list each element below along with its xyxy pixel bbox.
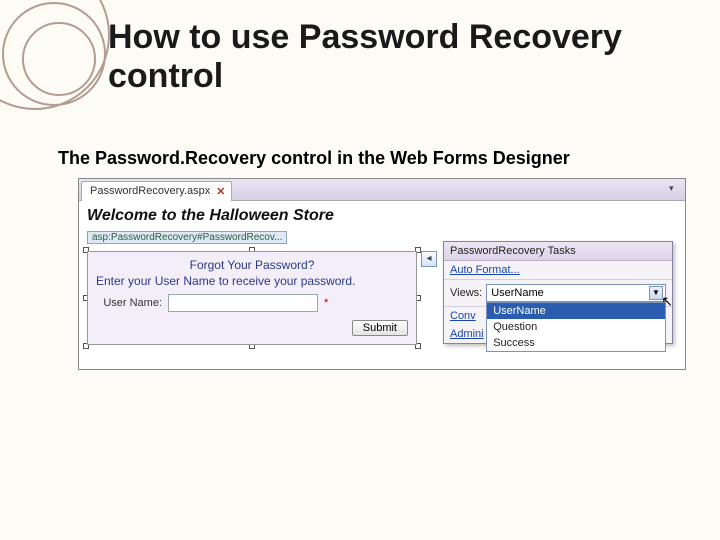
admin-link-text: Admini	[450, 328, 484, 340]
username-input[interactable]	[168, 294, 318, 312]
asp-control-tag[interactable]: asp:PasswordRecovery#PasswordRecov...	[87, 231, 287, 244]
page-heading: Welcome to the Halloween Store	[87, 207, 677, 225]
views-row: Views: UserName ▼ ↖ UserName Question Su…	[444, 280, 672, 307]
dropdown-option[interactable]: Question	[487, 319, 665, 335]
smart-tasks-panel: PasswordRecovery Tasks Auto Format... Vi…	[443, 241, 673, 344]
views-dropdown-list: UserName Question Success	[486, 302, 666, 352]
username-label: User Name:	[96, 297, 162, 309]
designer-window: PasswordRecovery.aspx ✕ ▾ Welcome to the…	[78, 178, 686, 370]
document-tabbar: PasswordRecovery.aspx ✕ ▾	[79, 179, 685, 201]
views-dropdown-value: UserName	[491, 287, 544, 299]
slide-title: How to use Password Recovery control	[108, 18, 720, 96]
smart-tag-toggle-icon[interactable]: ◂	[421, 251, 437, 267]
file-tab[interactable]: PasswordRecovery.aspx ✕	[81, 181, 232, 201]
required-asterisk: *	[324, 297, 328, 309]
convert-link-text: Conv	[450, 310, 476, 322]
design-surface[interactable]: Welcome to the Halloween Store asp:Passw…	[79, 201, 685, 369]
auto-format-link[interactable]: Auto Format...	[444, 261, 672, 280]
close-tab-icon[interactable]: ✕	[216, 185, 225, 198]
selected-control[interactable]: ◂ Forgot Your Password? Enter your User …	[87, 251, 417, 345]
views-dropdown[interactable]: UserName ▼ ↖ UserName Question Success	[486, 284, 666, 302]
dropdown-option[interactable]: UserName	[487, 303, 665, 319]
submit-button[interactable]: Submit	[352, 320, 408, 336]
auto-format-link-text: Auto Format...	[450, 264, 520, 276]
views-label: Views:	[450, 287, 482, 299]
forgot-password-title: Forgot Your Password?	[96, 258, 408, 272]
tab-overflow-icon[interactable]: ▾	[669, 183, 681, 195]
dropdown-option[interactable]: Success	[487, 335, 665, 351]
slide-decoration	[0, 0, 110, 110]
slide-subtitle: The Password.Recovery control in the Web…	[58, 148, 570, 169]
instruction-text: Enter your User Name to receive your pas…	[96, 274, 408, 288]
password-recovery-control: Forgot Your Password? Enter your User Na…	[87, 251, 417, 345]
smart-panel-title: PasswordRecovery Tasks	[444, 242, 672, 261]
file-tab-label: PasswordRecovery.aspx	[90, 185, 210, 197]
